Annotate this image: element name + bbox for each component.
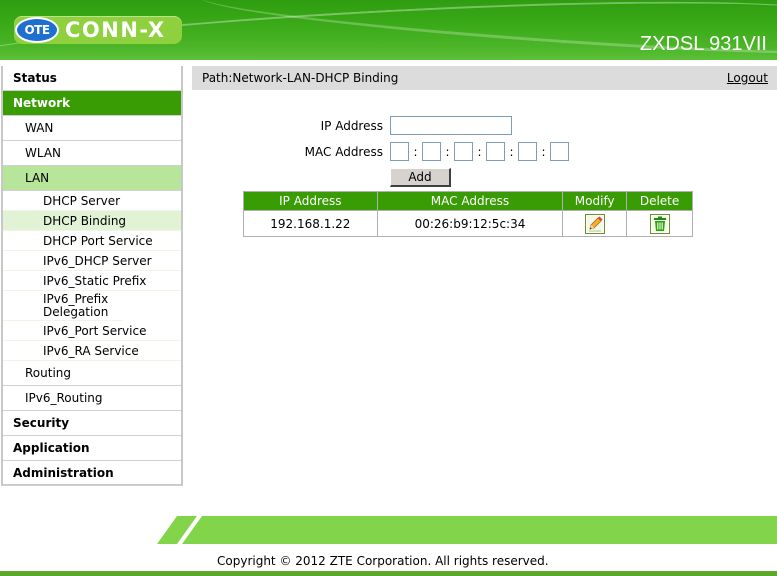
- mac-address-label: MAC Address: [304, 144, 383, 159]
- bottom-bar: [0, 571, 777, 576]
- conn-x-logo: OTE CONN-X: [14, 16, 182, 44]
- table-row: 192.168.1.22 00:26:b9:12:5c:34: [243, 210, 693, 237]
- column-header-modify: Modify: [562, 191, 628, 211]
- logo-text: CONN-X: [65, 18, 166, 42]
- mac-address-row: MAC Address : : : : :: [283, 142, 569, 161]
- sidebar-item-dhcp-server[interactable]: DHCP Server: [3, 191, 181, 211]
- sidebar-item-ipv6-prefix-delegation[interactable]: IPv6_Prefix Delegation: [3, 291, 123, 321]
- sidebar-item-dhcp-binding[interactable]: DHCP Binding: [3, 211, 181, 231]
- header-banner: OTE CONN-X ZXDSL 931VII: [0, 0, 777, 62]
- add-button[interactable]: Add: [390, 168, 451, 187]
- header-divider: [0, 60, 777, 62]
- mac-octet-4-input[interactable]: [486, 142, 505, 161]
- sidebar-item-lan[interactable]: LAN: [3, 166, 181, 191]
- column-header-ip: IP Address: [243, 191, 378, 211]
- mac-octet-1-input[interactable]: [390, 142, 409, 161]
- column-header-delete: Delete: [626, 191, 693, 211]
- sidebar-item-status[interactable]: Status: [3, 66, 181, 91]
- device-model: ZXDSL 931VII: [639, 33, 767, 55]
- sidebar-item-routing[interactable]: Routing: [3, 361, 181, 386]
- breadcrumb-bar: Path:Network-LAN-DHCP Binding Logout: [192, 66, 777, 90]
- sidebar-item-dhcp-port-service[interactable]: DHCP Port Service: [3, 231, 181, 251]
- sidebar-nav: Status Network WAN WLAN LAN DHCP Server …: [1, 66, 183, 486]
- sidebar-item-ipv6-dhcp-server[interactable]: IPv6_DHCP Server: [3, 251, 181, 271]
- cell-mac: 00:26:b9:12:5c:34: [376, 210, 564, 237]
- sidebar-item-ipv6-static-prefix[interactable]: IPv6_Static Prefix: [3, 271, 181, 291]
- logout-link[interactable]: Logout: [727, 71, 768, 85]
- mac-separator: :: [413, 144, 418, 159]
- sidebar-item-ipv6-routing[interactable]: IPv6_Routing: [3, 386, 181, 411]
- footer-band-shape: [157, 516, 777, 544]
- sidebar-item-wlan[interactable]: WLAN: [3, 141, 181, 166]
- cell-ip: 192.168.1.22: [243, 210, 378, 237]
- ip-address-row: IP Address: [283, 116, 512, 135]
- column-header-mac: MAC Address: [376, 191, 564, 211]
- mac-octet-6-input[interactable]: [550, 142, 569, 161]
- sidebar-item-wan[interactable]: WAN: [3, 116, 181, 141]
- ip-address-label: IP Address: [320, 118, 383, 133]
- pencil-edit-icon[interactable]: [584, 213, 605, 234]
- sidebar-item-administration[interactable]: Administration: [3, 461, 181, 486]
- mac-octet-5-input[interactable]: [518, 142, 537, 161]
- ote-badge: OTE: [15, 17, 59, 43]
- breadcrumb: Path:Network-LAN-DHCP Binding: [202, 71, 399, 85]
- mac-separator: :: [541, 144, 546, 159]
- mac-separator: :: [509, 144, 514, 159]
- sidebar-item-ipv6-port-service[interactable]: IPv6_Port Service: [3, 321, 181, 341]
- sidebar-item-network[interactable]: Network: [3, 91, 181, 116]
- mac-octet-3-input[interactable]: [454, 142, 473, 161]
- cell-modify: [562, 210, 628, 237]
- mac-octet-2-input[interactable]: [422, 142, 441, 161]
- footer-band: [157, 516, 777, 544]
- table-header-row: IP Address MAC Address Modify Delete: [243, 191, 693, 211]
- cell-delete: [626, 210, 693, 237]
- mac-separator: :: [445, 144, 450, 159]
- ip-address-input[interactable]: [390, 116, 512, 135]
- sidebar-item-security[interactable]: Security: [3, 411, 181, 436]
- sidebar-item-ipv6-ra-service[interactable]: IPv6_RA Service: [3, 341, 181, 361]
- dhcp-binding-table: IP Address MAC Address Modify Delete 192…: [243, 191, 693, 237]
- sidebar-item-application[interactable]: Application: [3, 436, 181, 461]
- trash-icon[interactable]: [649, 213, 670, 234]
- mac-separator: :: [477, 144, 482, 159]
- copyright-text: Copyright © 2012 ZTE Corporation. All ri…: [217, 554, 549, 568]
